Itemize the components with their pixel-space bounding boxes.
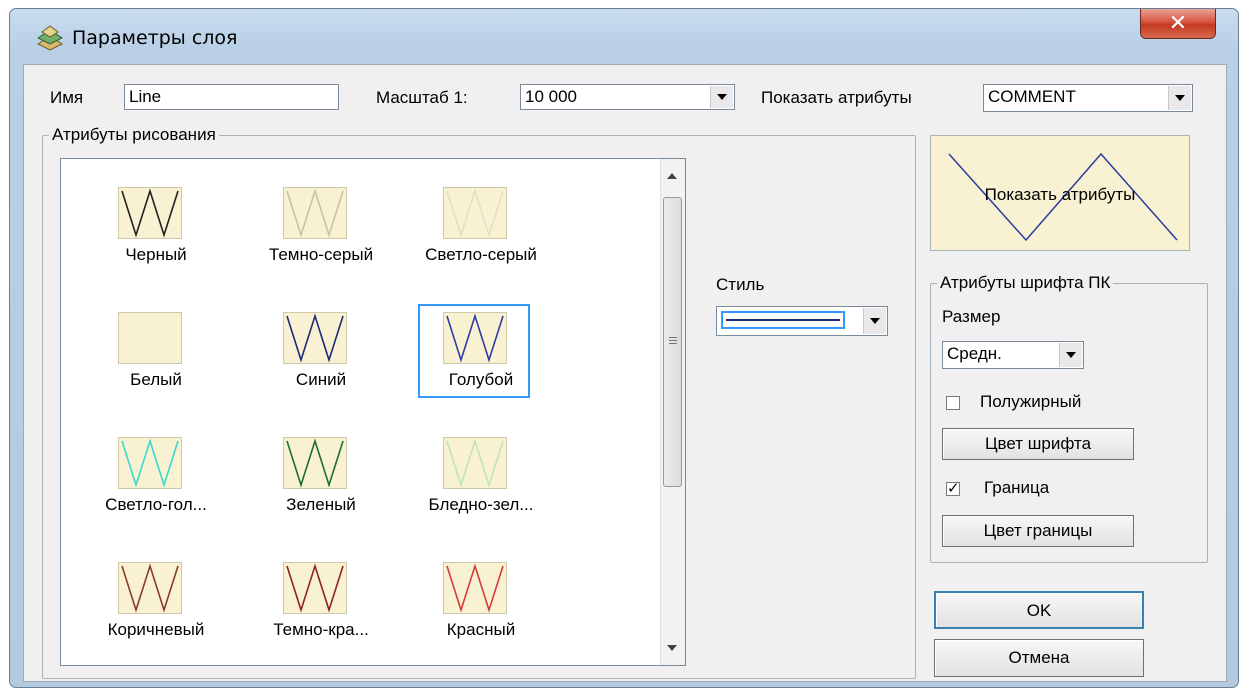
color-item-label: Черный — [125, 245, 187, 264]
line-style-select[interactable] — [716, 306, 888, 336]
cancel-button[interactable]: Отмена — [934, 639, 1144, 677]
line-swatch-icon — [118, 562, 182, 614]
color-item[interactable]: Синий — [256, 304, 386, 414]
scroll-thumb[interactable] — [663, 197, 682, 487]
color-item[interactable]: Светло-гол... — [91, 429, 221, 539]
font-color-button[interactable]: Цвет шрифта — [942, 428, 1134, 460]
color-item[interactable]: Красный — [416, 554, 546, 664]
dialog-window: Параметры слоя ✕ Имя Line Масштаб 1: 10 … — [9, 8, 1239, 688]
border-checkbox[interactable]: ✓ — [946, 481, 960, 496]
title-bar[interactable]: Параметры слоя ✕ — [10, 9, 1238, 59]
attributes-preview: Показать атрибуты — [930, 135, 1190, 251]
color-item-label: Белый — [130, 370, 182, 389]
color-item[interactable]: Светло-серый — [416, 179, 546, 289]
show-attrs-value: COMMENT — [988, 87, 1076, 106]
ok-button[interactable]: OK — [934, 591, 1144, 629]
scale-value: 10 000 — [525, 87, 577, 106]
line-swatch-icon — [283, 437, 347, 489]
scroll-down-icon[interactable] — [667, 645, 677, 651]
color-item[interactable]: Зеленый — [256, 429, 386, 539]
dialog-client-area: Имя Line Масштаб 1: 10 000 Показать атри… — [23, 64, 1227, 682]
font-size-select[interactable]: Средн. — [942, 341, 1084, 369]
bold-label: Полужирный — [980, 392, 1082, 411]
color-item-label: Зеленый — [286, 495, 356, 514]
chevron-down-icon[interactable] — [1059, 343, 1082, 367]
scale-select[interactable]: 10 000 — [520, 84, 735, 110]
style-label: Стиль — [716, 275, 765, 294]
line-swatch-icon — [118, 437, 182, 489]
border-color-button[interactable]: Цвет границы — [942, 515, 1134, 547]
scale-label: Масштаб 1: — [376, 88, 468, 107]
line-swatch-icon — [118, 187, 182, 239]
color-item-label: Синий — [295, 370, 347, 389]
line-swatch-icon — [443, 562, 507, 614]
color-item-label: Светло-гол... — [105, 495, 207, 514]
name-label: Имя — [50, 88, 84, 107]
window-title: Параметры слоя — [72, 27, 238, 49]
size-label: Размер — [942, 307, 1001, 326]
show-attrs-select[interactable]: COMMENT — [983, 84, 1193, 112]
color-item[interactable]: Бледно-зел... — [416, 429, 546, 539]
line-swatch-icon — [283, 562, 347, 614]
color-item-label: Красный — [446, 620, 516, 639]
color-item-label: Коричневый — [107, 620, 205, 639]
list-scrollbar[interactable] — [660, 159, 685, 665]
line-swatch-icon — [118, 312, 182, 364]
line-swatch-icon — [443, 437, 507, 489]
font-size-value: Средн. — [947, 344, 1002, 363]
color-item[interactable]: Черный — [91, 179, 221, 289]
color-list[interactable]: Черный Темно-серый Светло-серый Белый Синий Г… — [60, 158, 686, 666]
line-swatch-icon — [283, 187, 347, 239]
line-style-preview — [721, 311, 845, 329]
line-swatch-icon — [283, 312, 347, 364]
drawing-attributes-title: Атрибуты рисования — [49, 125, 219, 145]
chevron-down-icon[interactable] — [710, 86, 733, 108]
color-item[interactable]: Белый — [91, 304, 221, 414]
border-label: Граница — [984, 478, 1050, 497]
name-input[interactable]: Line — [124, 84, 339, 110]
close-icon: ✕ — [1168, 10, 1188, 35]
close-button[interactable]: ✕ — [1140, 9, 1216, 39]
line-swatch-icon — [443, 187, 507, 239]
font-attributes-title: Атрибуты шрифта ПК — [937, 273, 1114, 293]
show-attrs-label: Показать атрибуты — [761, 88, 912, 107]
color-item-label: Темно-серый — [268, 245, 374, 264]
chevron-down-icon[interactable] — [863, 308, 886, 334]
scroll-up-icon[interactable] — [667, 173, 677, 179]
color-item[interactable]: Голубой — [416, 304, 546, 414]
color-item[interactable]: Темно-кра... — [256, 554, 386, 664]
color-item[interactable]: Коричневый — [91, 554, 221, 664]
line-swatch-icon — [443, 312, 507, 364]
bold-checkbox[interactable] — [946, 396, 960, 410]
color-item-label: Темно-кра... — [273, 620, 369, 639]
color-item-label: Бледно-зел... — [428, 495, 534, 514]
color-item-label: Светло-серый — [425, 245, 537, 264]
color-item[interactable]: Темно-серый — [256, 179, 386, 289]
layer-settings-icon — [37, 25, 63, 51]
preview-text: Показать атрибуты — [984, 185, 1136, 204]
chevron-down-icon[interactable] — [1168, 86, 1191, 110]
color-item-label: Голубой — [448, 370, 514, 389]
